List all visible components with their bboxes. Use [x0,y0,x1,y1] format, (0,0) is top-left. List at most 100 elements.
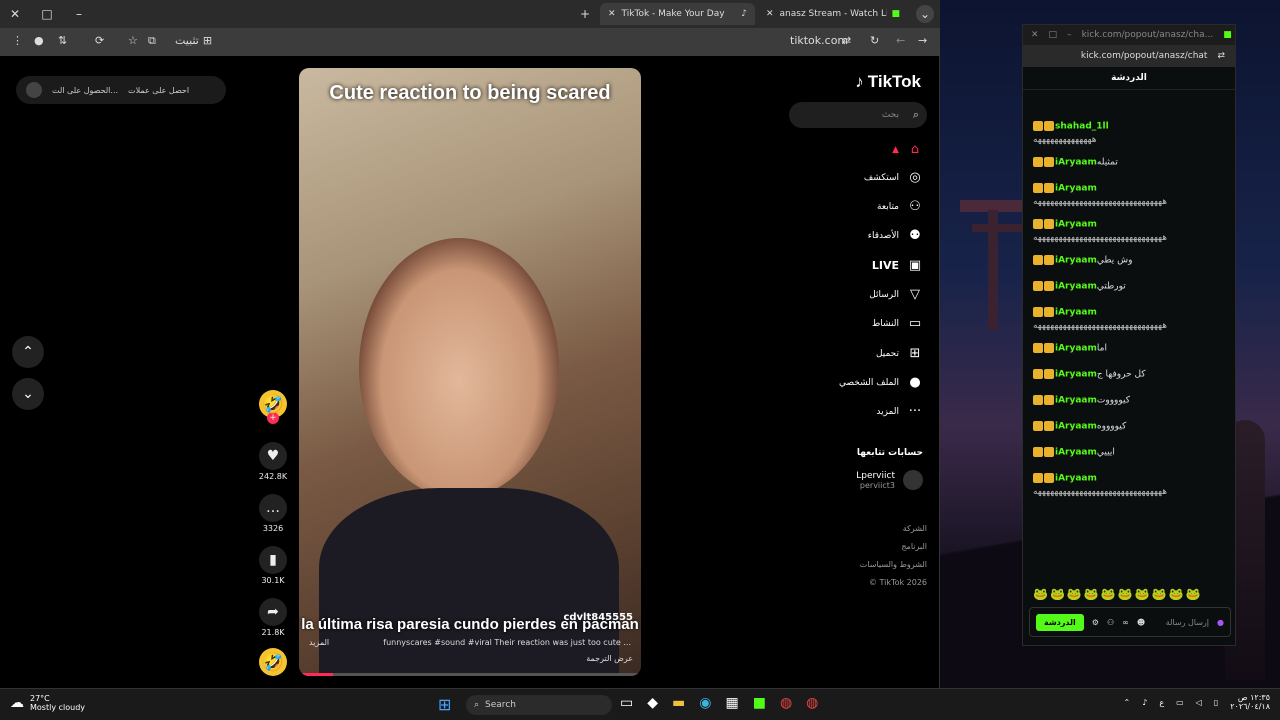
nav-activity[interactable]: النشاط ▭ [872,316,923,331]
tab-close-icon[interactable]: ✕ [608,9,616,19]
chat-username[interactable]: iAryaam [1055,422,1097,432]
more-link[interactable]: المزيد [309,638,329,647]
maximize-icon[interactable]: □ [1049,30,1058,40]
tab-search-icon[interactable]: ⌄ [916,5,934,23]
chat-username[interactable]: iAryaam [1055,282,1097,292]
task-view-icon[interactable]: ▭ [620,695,633,711]
get-app-label[interactable]: الحصول على الت... [52,86,118,95]
minimize-icon[interactable]: – [1067,30,1072,40]
chrome-icon[interactable]: ◍ [780,695,792,711]
close-icon[interactable]: ✕ [0,0,30,28]
share-button[interactable]: ➦ 21.8K [258,598,288,637]
minimize-icon[interactable]: – [64,0,94,28]
music-disc[interactable]: 🤣 [258,648,288,678]
avatar[interactable]: ● [34,34,44,47]
chrome-alt-icon[interactable]: ◍ [806,695,818,711]
menu-dots-icon[interactable]: ⋮ [12,34,23,47]
screenshot-icon[interactable]: ⧉ [148,34,156,48]
chat-url[interactable]: kick.com/popout/anasz/chat [1081,51,1208,61]
nav-live[interactable]: LIVE ▣ [872,258,923,273]
save-button[interactable]: ▮ 30.1K [258,546,288,585]
company-link[interactable]: الشركة [860,520,927,538]
comment-button[interactable]: … 3326 [258,494,288,533]
chat-username[interactable]: iAryaam [1055,256,1097,266]
video-author[interactable]: cdvlt845555 [563,612,633,623]
start-button[interactable]: ⊞ [438,695,451,714]
next-video-button[interactable]: ⌄ [12,378,44,410]
store-icon[interactable]: ▦ [725,695,738,711]
battery-icon[interactable]: ▯ [1214,698,1218,707]
language-indicator[interactable]: ع [1159,698,1164,707]
chat-username[interactable]: iAryaam [1055,308,1097,318]
nav-messages[interactable]: الرسائل ▽ [869,287,923,302]
chat-username[interactable]: iAryaam [1055,474,1097,484]
translate-link[interactable]: عرض الترجمة [586,654,633,663]
copilot-icon[interactable]: ◆ [647,695,658,711]
network-icon[interactable]: ▭ [1176,698,1184,707]
video-player[interactable]: Cute reaction to being scared la última … [299,68,641,676]
new-tab-icon[interactable]: + [570,0,600,28]
edge-icon[interactable]: ◉ [699,695,711,711]
app-icon[interactable]: ■ [753,695,766,711]
badge-icon [1033,121,1043,131]
get-coins-label[interactable]: احصل على عملات [128,86,189,95]
nav-more[interactable]: المزيد ··· [876,404,923,419]
chat-username[interactable]: iAryaam [1055,184,1097,194]
site-settings-icon[interactable]: ⇄ [1217,51,1225,61]
back-icon[interactable]: → [918,34,927,47]
nav-following[interactable]: متابعة ⚇ [877,199,923,214]
extensions-icon[interactable]: ⇅ [58,34,67,47]
emoji-icon[interactable]: ☻ [1137,618,1145,627]
author-avatar[interactable]: 🤣 + [258,390,288,424]
chat-username[interactable]: iAryaam [1055,220,1097,230]
taskbar-search[interactable]: ⌕ Search [466,695,612,715]
chat-input[interactable]: إرسال رسالة [1166,618,1209,627]
nav-home[interactable]: ▲ ⌂ [892,142,923,157]
reload-icon[interactable]: ↻ [870,34,879,47]
tiktok-logo[interactable]: ♪ TikTok [855,72,921,92]
infinity-icon[interactable]: ∞ [1122,618,1129,627]
chat-username[interactable]: iAryaam [1055,448,1097,458]
reload-extension-icon[interactable]: ⟳ [95,34,104,47]
followed-account[interactable]: Lperviict perviict3 [856,470,923,490]
video-progress-track[interactable] [299,673,641,676]
chat-username[interactable]: iAryaam [1055,158,1097,168]
emote-bar[interactable]: 🐸🐸🐸🐸🐸🐸🐸🐸🐸🐸 [1033,587,1202,601]
users-icon[interactable]: ⚇ [1107,618,1114,627]
file-explorer-icon[interactable]: ▬ [672,695,685,711]
bookmark-star-icon[interactable]: ☆ [128,34,138,47]
search-input[interactable]: بحث ⌕ [789,102,927,128]
chat-send-button[interactable]: الدردشة [1036,613,1084,631]
chat-message: iAryaamكل حروفها ج [1033,369,1229,380]
nav-friends[interactable]: الأصدقاء ⚉ [868,228,923,243]
chat-username[interactable]: iAryaam [1055,396,1097,406]
site-settings-icon[interactable]: ⇄ [842,34,851,47]
tab-tiktok[interactable]: ✕ TikTok - Make Your Day ♪ [600,3,755,25]
previous-video-button[interactable]: ⌃ [12,336,44,368]
nav-upload[interactable]: تحميل ⊞ [876,346,923,361]
crown-icon [1044,343,1054,353]
tab-close-icon[interactable]: ✕ [766,9,774,19]
chat-username[interactable]: iAryaam [1055,370,1097,380]
url-text[interactable]: tiktok.com [790,34,848,47]
tray-chevron-icon[interactable]: ⌃ [1124,698,1131,707]
install-button[interactable]: تثبيت ⊞ [175,34,212,47]
maximize-icon[interactable]: □ [32,0,62,28]
terms-link[interactable]: الشروط والسياسات [860,556,927,574]
chat-username[interactable]: shahad_1ll [1055,122,1109,132]
settings-icon[interactable]: ⚙ [1092,618,1099,627]
nav-profile[interactable]: الملف الشخصي ● [839,375,923,390]
like-button[interactable]: ♥ 242.8K [258,442,288,481]
chat-username[interactable]: iAryaam [1055,344,1097,354]
nav-explore[interactable]: استكشف ◎ [864,170,923,185]
program-link[interactable]: البرنامج [860,538,927,556]
mic-icon[interactable]: ● [1217,618,1224,627]
close-icon[interactable]: ✕ [1031,30,1039,40]
clock[interactable]: ١٢:٣٥ ص ٢٠٢٦/٠٤/١٨ [1230,693,1270,711]
volume-icon[interactable]: ◁ [1196,698,1202,707]
coins-overlay[interactable]: الحصول على الت... احصل على عملات [16,76,226,104]
weather-widget[interactable]: ☁ 27°C Mostly cloudy [10,694,85,712]
share-icon: ➦ [259,598,287,626]
mic-tray-icon[interactable]: ♪ [1142,698,1147,707]
tab-kick[interactable]: ✕ anasz Stream - Watch Live on K ■ [758,3,908,25]
